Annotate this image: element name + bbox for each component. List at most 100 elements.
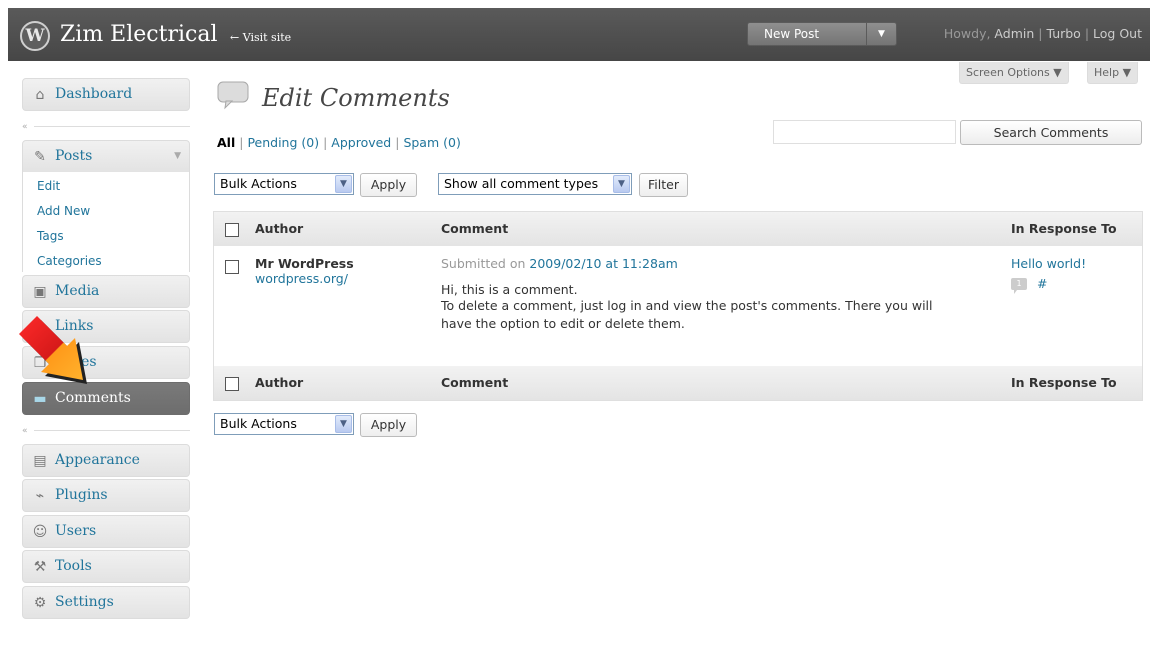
menu-appearance[interactable]: ▤ Appearance: [22, 444, 190, 477]
menu-users[interactable]: ☺ Users: [22, 515, 190, 548]
search-comments-button[interactable]: Search Comments: [960, 120, 1142, 145]
filter-pending[interactable]: Pending (0): [247, 135, 319, 150]
pushpin-icon: ✎: [34, 149, 46, 165]
plugin-icon: ⌁: [35, 488, 45, 504]
select-all-checkbox[interactable]: [225, 223, 239, 237]
users-icon: ☺: [32, 524, 48, 540]
select-value: Bulk Actions: [220, 416, 297, 431]
comment-bubble-icon: ▬: [33, 391, 47, 407]
comments-table: Author Comment In Response To Mr WordPre…: [213, 211, 1143, 401]
separator: |: [323, 135, 328, 150]
comments-page-icon: [217, 81, 249, 110]
home-icon: ⌂: [35, 87, 45, 103]
menu-settings[interactable]: ⚙ Settings: [22, 586, 190, 619]
menu-comments[interactable]: ▬ Comments: [22, 382, 190, 415]
page-title: Edit Comments: [262, 84, 450, 112]
chevron-down-icon[interactable]: ▼: [174, 151, 181, 161]
column-comment: Comment: [441, 375, 509, 390]
menu-divider: [34, 430, 190, 431]
column-response: In Response To: [1011, 375, 1117, 390]
bubble-tail: [1014, 290, 1017, 294]
post-permalink[interactable]: #: [1037, 276, 1047, 291]
menu-plugins[interactable]: ⌁ Plugins: [22, 479, 190, 512]
posts-submenu: Edit Add New Tags Categories: [22, 172, 190, 272]
apply-button-bottom[interactable]: Apply: [360, 413, 417, 437]
admin-header: W Zim Electrical ← Visit site New Post ▼…: [8, 8, 1150, 61]
separator: |: [239, 135, 244, 150]
apply-button[interactable]: Apply: [360, 173, 417, 197]
settings-icon: ⚙: [33, 595, 47, 611]
menu-label: Media: [55, 283, 100, 299]
comment-type-select[interactable]: Show all comment types ▼: [438, 173, 632, 195]
select-value: Bulk Actions: [220, 176, 297, 191]
menu-posts[interactable]: ✎ Posts ▼: [22, 140, 190, 173]
chevron-down-icon: ▼: [613, 175, 630, 193]
menu-label: Users: [55, 523, 97, 539]
separator: |: [395, 135, 400, 150]
row-checkbox[interactable]: [225, 260, 239, 274]
bulk-actions-select-bottom[interactable]: Bulk Actions ▼: [214, 413, 354, 435]
select-all-checkbox[interactable]: [225, 377, 239, 391]
menu-label: Settings: [55, 594, 114, 610]
table-header: Author Comment In Response To: [214, 212, 1142, 246]
chevron-down-icon: ▼: [335, 175, 352, 193]
filter-button[interactable]: Filter: [639, 173, 688, 197]
menu-label: Tools: [55, 558, 92, 574]
comment-status-filters: All | Pending (0) | Approved | Spam (0): [217, 135, 461, 150]
menu-label: Posts: [55, 148, 93, 164]
collapse-icon[interactable]: «: [22, 122, 28, 132]
site-title: Zim Electrical: [60, 22, 218, 47]
menu-divider: [34, 126, 190, 127]
help-button[interactable]: Help ▼: [1087, 62, 1139, 84]
column-author: Author: [255, 221, 304, 236]
separator: |: [1038, 26, 1043, 41]
comment-text-line: have the option to edit or delete them.: [441, 316, 685, 331]
menu-label: Plugins: [55, 487, 108, 503]
filter-spam[interactable]: Spam (0): [403, 135, 460, 150]
separator: |: [1084, 26, 1090, 41]
select-value: Show all comment types: [444, 176, 599, 191]
response-post-link[interactable]: Hello world!: [1011, 256, 1086, 271]
bulk-actions-select[interactable]: Bulk Actions ▼: [214, 173, 354, 195]
submitted-prefix: Submitted on: [441, 256, 530, 271]
submenu-add-new[interactable]: Add New: [37, 204, 90, 218]
chevron-down-icon[interactable]: ▼: [866, 23, 896, 45]
menu-media[interactable]: ▣ Media: [22, 275, 190, 308]
comment-count-icon[interactable]: 1: [1011, 278, 1027, 290]
howdy-text: Howdy,: [943, 26, 991, 41]
filter-approved[interactable]: Approved: [331, 135, 391, 150]
menu-tools[interactable]: ⚒ Tools: [22, 550, 190, 583]
author-url-link[interactable]: wordpress.org/: [255, 271, 348, 286]
collapse-icon[interactable]: «: [22, 426, 28, 436]
search-input[interactable]: [773, 120, 956, 144]
visit-site-link[interactable]: ← Visit site: [230, 31, 291, 45]
tools-icon: ⚒: [33, 559, 47, 575]
submenu-categories[interactable]: Categories: [37, 254, 102, 268]
submenu-edit[interactable]: Edit: [37, 179, 60, 193]
user-link[interactable]: Admin: [994, 26, 1034, 41]
menu-dashboard[interactable]: ⌂ Dashboard: [22, 78, 190, 111]
column-response: In Response To: [1011, 221, 1117, 236]
menu-label: Comments: [55, 390, 131, 406]
author-name: Mr WordPress: [255, 256, 354, 271]
media-icon: ▣: [33, 284, 47, 300]
comment-date-link[interactable]: 2009/02/10 at 11:28am: [529, 256, 677, 271]
submitted-info: Submitted on 2009/02/10 at 11:28am: [441, 256, 678, 271]
menu-label: Appearance: [55, 452, 140, 468]
column-comment: Comment: [441, 221, 509, 236]
pointer-arrow-icon: [19, 316, 87, 384]
wordpress-logo-icon: W: [20, 21, 50, 51]
table-footer: Author Comment In Response To: [214, 366, 1142, 400]
turbo-link[interactable]: Turbo: [1046, 26, 1080, 41]
screen-options-button[interactable]: Screen Options ▼: [959, 62, 1069, 84]
comment-text-line: To delete a comment, just log in and vie…: [441, 298, 933, 313]
new-post-button[interactable]: New Post ▼: [747, 22, 897, 46]
submenu-tags[interactable]: Tags: [37, 229, 64, 243]
filter-all[interactable]: All: [217, 135, 235, 150]
column-author: Author: [255, 375, 304, 390]
chevron-down-icon: ▼: [335, 415, 352, 433]
comment-text-line: Hi, this is a comment.: [441, 282, 578, 297]
table-row: Mr WordPress wordpress.org/ Submitted on…: [214, 246, 1142, 366]
logout-link[interactable]: Log Out: [1093, 26, 1142, 41]
new-post-label: New Post: [764, 27, 820, 41]
